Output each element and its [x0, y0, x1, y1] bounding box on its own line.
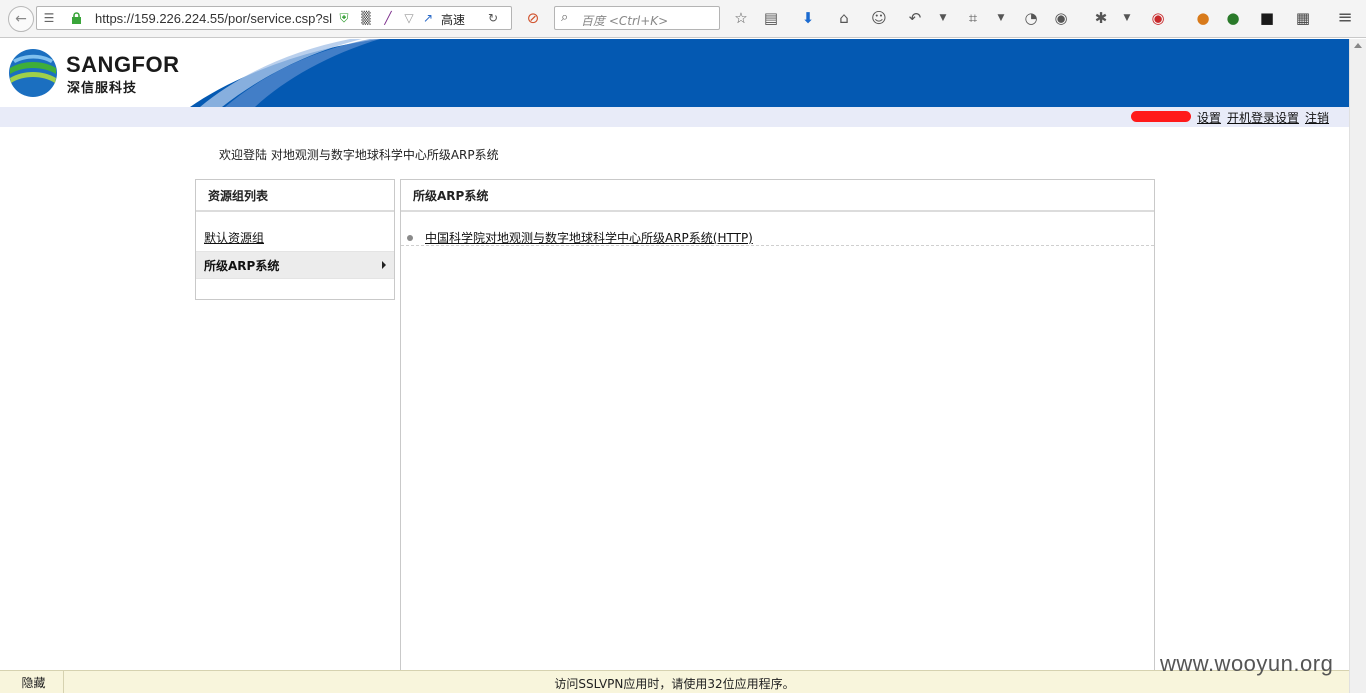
search-placeholder: 百度 <Ctrl+K>: [581, 14, 669, 28]
resource-group-title: 资源组列表: [196, 180, 394, 212]
logout-link[interactable]: 注销: [1305, 109, 1329, 126]
header-banner: SANGFOR 深信服科技: [0, 39, 1349, 107]
settings-link[interactable]: 设置: [1197, 109, 1221, 126]
addon-grid-icon[interactable]: ▦: [1292, 7, 1314, 29]
startup-login-settings-link[interactable]: 开机登录设置: [1227, 109, 1299, 126]
crop-icon[interactable]: ⌗: [962, 7, 984, 29]
addon-orange-icon[interactable]: ●: [1192, 7, 1214, 29]
resource-list-title: 所级ARP系统: [401, 180, 1154, 212]
bullet-icon: [407, 235, 413, 241]
status-bar: 隐藏 访问SSLVPN应用时，请使用32位应用程序。: [0, 670, 1349, 693]
dropdown-icon[interactable]: ▽: [403, 10, 415, 26]
address-bar[interactable]: ☰ https://159.226.224.55/por/service.csp…: [36, 6, 512, 30]
qrcode-icon[interactable]: ▒: [359, 10, 373, 26]
lock-icon: [69, 10, 83, 26]
browser-toolbar: ← ☰ https://159.226.224.55/por/service.c…: [0, 0, 1366, 38]
feather-icon[interactable]: ╱: [381, 10, 395, 26]
chat-face-icon[interactable]: ☺: [868, 7, 890, 29]
download-icon[interactable]: ⬇: [797, 7, 819, 29]
menu-icon[interactable]: ≡: [1334, 7, 1356, 29]
crop-dropdown-icon[interactable]: ▼: [990, 7, 1012, 29]
speed-icon: ↗: [422, 11, 434, 25]
bug-icon[interactable]: ✱: [1090, 7, 1112, 29]
user-bar: 设置 开机登录设置 注销: [0, 107, 1349, 127]
watermark: www.wooyun.org: [1160, 651, 1334, 676]
reload-icon[interactable]: ↻: [485, 10, 501, 26]
status-message: 访问SSLVPN应用时，请使用32位应用程序。: [554, 677, 795, 691]
caret-right-icon: [382, 261, 386, 269]
page-scrollbar[interactable]: [1349, 39, 1366, 693]
bug-dropdown-icon[interactable]: ▼: [1116, 7, 1138, 29]
brand-name: SANGFOR: [66, 52, 180, 77]
bookmark-star-icon[interactable]: ☆: [730, 7, 752, 29]
resource-group-panel: 资源组列表 默认资源组 所级ARP系统: [195, 179, 395, 300]
resource-row: 中国科学院对地观测与数字地球科学中心所级ARP系统(HTTP): [401, 226, 1154, 246]
undo-dropdown-icon[interactable]: ▼: [932, 7, 954, 29]
search-bar[interactable]: ⌕ 百度 <Ctrl+K>: [554, 6, 720, 30]
resource-group-default[interactable]: 默认资源组: [196, 223, 394, 251]
undo-icon[interactable]: ↶: [904, 7, 926, 29]
welcome-text: 欢迎登陆 对地观测与数字地球科学中心所级ARP系统: [219, 148, 499, 162]
speed-label[interactable]: 高速: [441, 11, 465, 28]
resource-group-arp[interactable]: 所级ARP系统: [196, 251, 394, 279]
resource-list-panel: 所级ARP系统 中国科学院对地观测与数字地球科学中心所级ARP系统(HTTP): [400, 179, 1155, 679]
addon-shield-icon[interactable]: ●: [1222, 7, 1244, 29]
reading-list-icon[interactable]: ▤: [760, 7, 782, 29]
shield-icon[interactable]: ⛨: [337, 10, 351, 26]
globe-icon[interactable]: ◉: [1050, 7, 1072, 29]
addon-red-icon[interactable]: ◉: [1147, 7, 1169, 29]
search-icon: ⌕: [561, 10, 569, 25]
addon-w-icon[interactable]: ■: [1256, 7, 1278, 29]
back-icon[interactable]: ←: [8, 6, 34, 32]
speech-bubble-icon[interactable]: ◔: [1020, 7, 1042, 29]
home-icon[interactable]: ⌂: [833, 7, 855, 29]
resource-link[interactable]: 中国科学院对地观测与数字地球科学中心所级ARP系统(HTTP): [425, 229, 753, 246]
resource-group-label: 所级ARP系统: [204, 258, 280, 273]
redacted-username: [1131, 111, 1191, 122]
identity-icon[interactable]: ☰: [41, 10, 57, 26]
sangfor-logo-icon: [9, 49, 57, 97]
resource-group-label[interactable]: 默认资源组: [204, 229, 264, 246]
logo-area: SANGFOR 深信服科技: [0, 39, 380, 107]
url-text: https://159.226.224.55/por/service.csp?s…: [95, 11, 333, 26]
adblock-icon[interactable]: ⊘: [522, 7, 544, 29]
scroll-up-icon[interactable]: [1354, 43, 1362, 48]
brand-name-cn: 深信服科技: [67, 81, 138, 96]
